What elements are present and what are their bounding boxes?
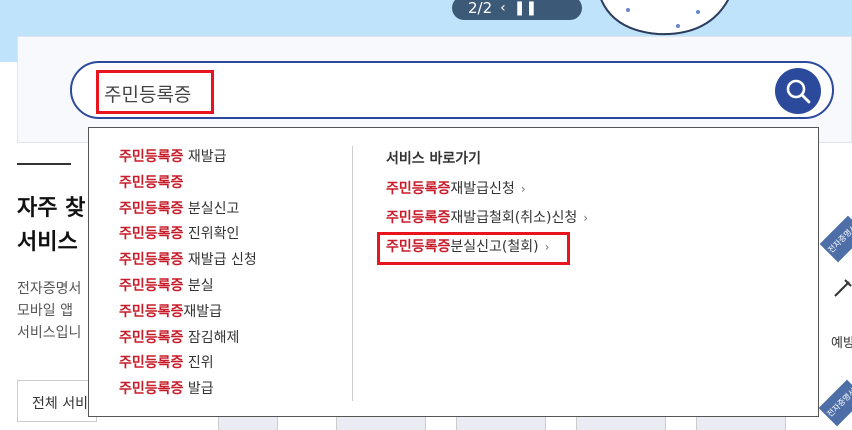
- card-label: 예방: [831, 336, 852, 351]
- suggestion-rest: 재발급 신청: [183, 252, 257, 269]
- suggestion-rest: 잠김해제: [183, 329, 240, 346]
- suggestion-item[interactable]: 주민등록증 진위: [119, 352, 257, 378]
- suggestion-item[interactable]: 주민등록증 잠김해제: [119, 327, 257, 353]
- suggestion-item[interactable]: 주민등록증 분실: [119, 275, 257, 301]
- pause-icon[interactable]: ❚❚: [514, 0, 537, 16]
- shortcut-highlight-box: [377, 232, 570, 265]
- faq-title: 자주 찾 서비스: [17, 192, 85, 260]
- suggestion-item[interactable]: 주민등록증 발급: [119, 378, 257, 404]
- card-ribbon: 전자증명서: [819, 215, 852, 263]
- faq-title-line2: 서비스: [17, 230, 78, 255]
- search-input[interactable]: [104, 78, 704, 108]
- faq-desc-line1: 전자증명서: [17, 281, 82, 297]
- suggestion-keyword: 주민등록증: [119, 329, 184, 346]
- suggestion-rest: 재발급: [183, 303, 223, 320]
- suggestion-rest: 발급: [183, 381, 214, 398]
- faq-desc-line2: 모바일 앱: [17, 303, 73, 319]
- suggestion-rest: 분실신고: [183, 200, 240, 217]
- suggestion-keyword: 주민등록증: [119, 303, 184, 320]
- suggestion-item[interactable]: 주민등록증 재발급: [119, 146, 257, 172]
- search-icon: [786, 79, 811, 104]
- shortcut-rest: 재발급철회(취소)신청: [450, 210, 578, 226]
- dropdown-divider: [352, 146, 353, 401]
- suggestion-keyword: 주민등록증: [119, 174, 184, 191]
- suggestion-rest: 재발급: [183, 149, 227, 165]
- service-icon-tile[interactable]: [218, 416, 278, 430]
- suggestion-item[interactable]: 주민등록증 진위확인: [119, 223, 257, 249]
- pager-count: 2/2: [468, 0, 493, 17]
- chevron-right-icon: ›: [583, 211, 589, 225]
- suggestion-keyword: 주민등록증: [119, 252, 184, 269]
- shortcut-keyword: 주민등록증: [386, 181, 451, 197]
- mascot-illustration: [600, 0, 729, 36]
- section-rule: [17, 163, 71, 165]
- service-card[interactable]: 전자증명서 예방: [815, 215, 852, 376]
- faq-description: 전자증명서 모바일 앱 서비스입니: [17, 278, 81, 344]
- banner-pager: 2/2 ‹ ❚❚: [452, 0, 582, 20]
- suggestion-item[interactable]: 주민등록증 재발급 신청: [119, 249, 257, 275]
- shortcut-title: 서비스 바로가기: [386, 151, 482, 167]
- suggestion-rest: 분실: [183, 277, 214, 294]
- suggestion-list: 주민등록증 재발급 주민등록증 주민등록증 분실신고 주민등록증 진위확인 주민…: [119, 146, 257, 404]
- shortcut-item[interactable]: 주민등록증재발급신청 ›: [386, 178, 588, 207]
- suggestion-keyword: 주민등록증: [119, 381, 184, 398]
- card-ribbon-2: 전자증명서: [818, 379, 852, 427]
- shortcut-keyword: 주민등록증: [386, 210, 451, 226]
- search-button[interactable]: [775, 68, 821, 114]
- autocomplete-dropdown: 주민등록증 재발급 주민등록증 주민등록증 분실신고 주민등록증 진위확인 주민…: [88, 127, 819, 417]
- suggestion-keyword: 주민등록증: [119, 200, 184, 217]
- suggestion-item[interactable]: 주민등록증재발급: [119, 301, 257, 327]
- chevron-right-icon: ›: [520, 182, 526, 196]
- suggestion-item[interactable]: 주민등록증 분실신고: [119, 198, 257, 224]
- suggestion-item[interactable]: 주민등록증: [119, 172, 257, 198]
- shortcut-rest: 재발급신청: [450, 181, 515, 197]
- service-icon-tile[interactable]: [576, 416, 666, 430]
- faq-title-line1: 자주 찾: [17, 196, 86, 221]
- service-icon-tile[interactable]: [696, 416, 786, 430]
- suggestion-keyword: 주민등록증: [119, 355, 184, 372]
- suggestion-keyword: 주민등록증: [119, 149, 184, 165]
- faq-desc-line3: 서비스입니: [17, 325, 82, 341]
- suggestion-rest: 진위: [183, 355, 214, 372]
- suggestion-rest: 진위확인: [183, 226, 240, 243]
- service-icon-tile[interactable]: [336, 416, 426, 430]
- all-services-button[interactable]: 전체 서비: [17, 380, 97, 422]
- suggestion-keyword: 주민등록증: [119, 277, 184, 294]
- chevron-left-icon[interactable]: ‹: [500, 0, 506, 16]
- service-icon-tile[interactable]: [456, 416, 546, 430]
- suggestion-keyword: 주민등록증: [119, 226, 184, 243]
- document-icon: [834, 279, 852, 297]
